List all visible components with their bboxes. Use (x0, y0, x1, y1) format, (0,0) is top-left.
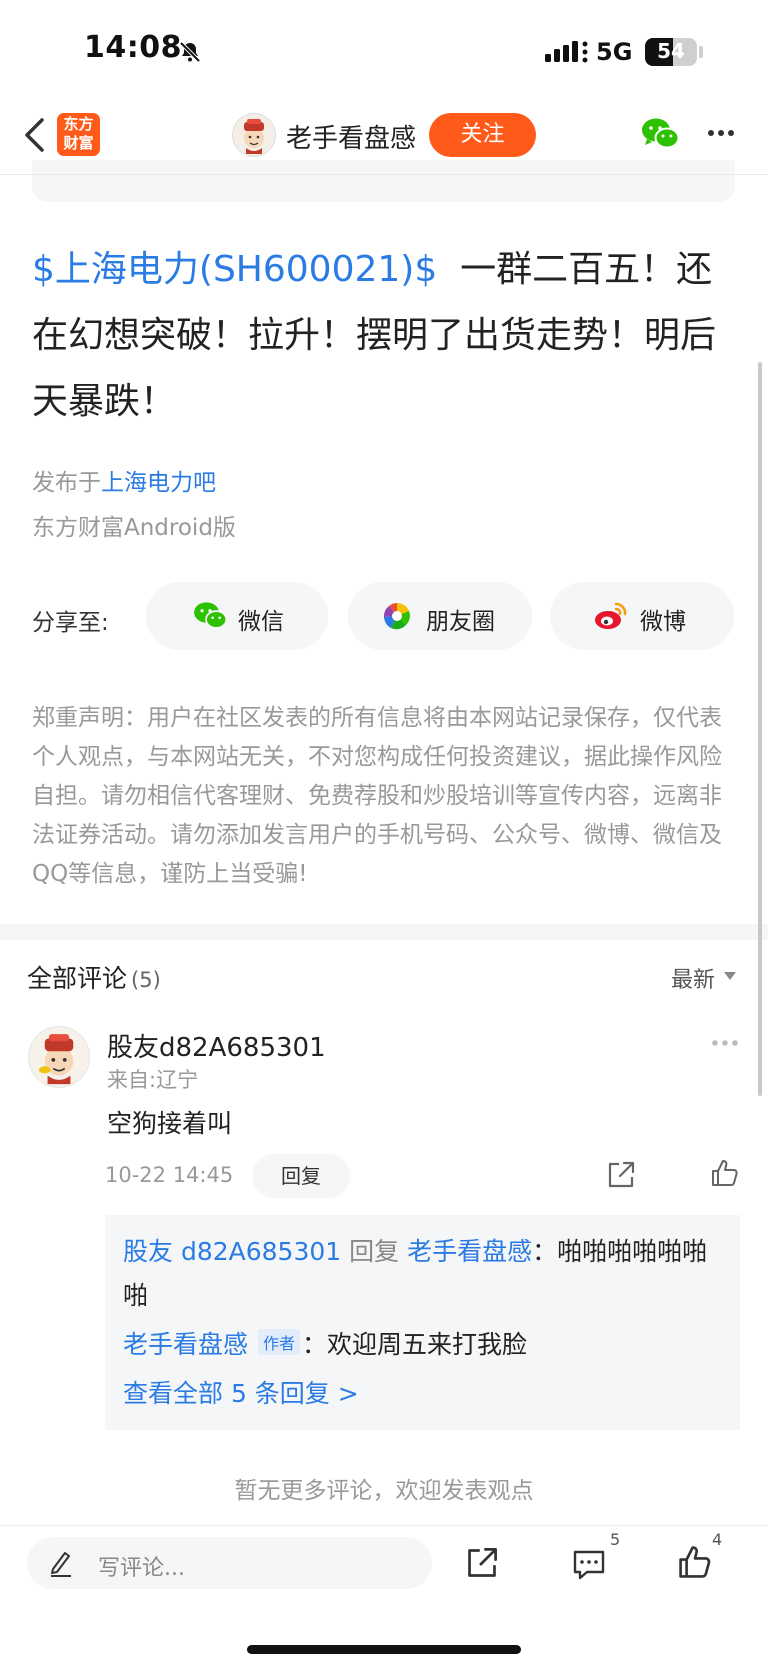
reply-from-user[interactable]: 老手看盘感 (123, 1330, 248, 1359)
home-indicator[interactable] (247, 1645, 521, 1654)
reply-verb: 回复 (349, 1237, 400, 1266)
share-label: 分享至: (32, 610, 109, 636)
signal-icon (545, 41, 588, 63)
write-comment-placeholder[interactable]: 写评论... (98, 1550, 185, 1582)
pencil-icon (51, 1552, 71, 1577)
bell-muted-icon (179, 41, 201, 63)
more-icon[interactable] (707, 129, 735, 137)
back-arrow-icon[interactable] (22, 116, 48, 154)
reply-item[interactable]: 股友 d82A685301 回复 老手看盘感：啪啪啪啪啪啪啪 (123, 1230, 723, 1318)
author-avatar[interactable] (232, 113, 276, 157)
published-prefix: 发布于 (32, 470, 101, 496)
reply-separator: ： (532, 1237, 558, 1266)
status-time: 14:08 (84, 30, 182, 65)
follow-button[interactable]: 关注 (429, 113, 536, 157)
share-wechat-label: 微信 (238, 609, 284, 635)
reply-button[interactable]: 回复 (252, 1154, 350, 1198)
moments-icon (383, 603, 410, 630)
like-count-badge: 4 (712, 1530, 723, 1549)
commenter-name[interactable]: 股友d82A685301 (107, 1027, 326, 1064)
reply-text: 欢迎周五来打我脸 (327, 1330, 528, 1359)
share-weibo-button[interactable]: 微博 (550, 582, 734, 650)
stock-bar-link[interactable]: 上海电力吧 (101, 470, 216, 496)
reply-to-user[interactable]: 老手看盘感 (407, 1237, 532, 1266)
comment-more-icon[interactable] (711, 1039, 739, 1047)
god-of-wealth-icon (244, 119, 264, 154)
thumbs-up-icon[interactable] (677, 1544, 713, 1580)
share-icon[interactable] (465, 1546, 499, 1580)
god-of-wealth-icon (39, 1034, 74, 1085)
disclaimer-text: 郑重声明：用户在社区发表的所有信息将由本网站记录保存，仅代表个人观点，与本网站无… (32, 705, 722, 887)
caret-down-icon[interactable] (724, 972, 736, 980)
reply-from-user[interactable]: 股友 d82A685301 (123, 1237, 341, 1266)
logo-line2: 财富 (63, 134, 94, 152)
share-weibo-label: 微博 (640, 609, 686, 635)
write-comment-input[interactable] (27, 1537, 432, 1589)
share-moments-button[interactable]: 朋友圈 (348, 582, 532, 650)
comments-title: 全部评论 (5) (27, 959, 161, 995)
reply-item[interactable]: 老手看盘感 作者 ：欢迎周五来打我脸 (123, 1325, 527, 1361)
post-content: $上海电力(SH600021)$ 一群二百五！还在幻想突破！拉升！摆明了出货走势… (32, 237, 736, 435)
section-divider (0, 924, 768, 940)
nav-divider (0, 174, 768, 175)
comments-count: (5) (131, 968, 161, 992)
stock-tag-link[interactable]: $上海电力(SH600021)$ (32, 249, 437, 290)
share-moments-label: 朋友圈 (426, 609, 495, 635)
comment-time: 10-22 14:45 (105, 1163, 234, 1187)
published-in: 发布于上海电力吧 (32, 463, 216, 497)
commenter-avatar[interactable] (28, 1026, 90, 1088)
network-type: 5G (596, 38, 633, 66)
comment-icon[interactable] (571, 1546, 607, 1582)
thumbs-up-icon[interactable] (710, 1158, 740, 1188)
comment-count-badge: 5 (610, 1530, 621, 1549)
eastmoney-logo[interactable]: 东方 财富 (57, 113, 100, 156)
battery-tip (699, 46, 703, 58)
author-name[interactable]: 老手看盘感 (286, 118, 416, 155)
battery-level: 54 (657, 39, 685, 63)
wechat-share-icon[interactable] (641, 117, 679, 151)
client-source: 东方财富Android版 (32, 515, 236, 541)
bottom-divider (0, 1525, 768, 1526)
sort-dropdown[interactable]: 最新 (671, 962, 715, 994)
author-badge: 作者 (257, 1329, 300, 1355)
weibo-icon (595, 602, 627, 629)
comments-title-label: 全部评论 (27, 964, 128, 993)
no-more-comments: 暂无更多评论，欢迎发表观点 (234, 1478, 534, 1504)
share-icon[interactable] (606, 1160, 636, 1190)
commenter-location: 来自:辽宁 (107, 1068, 199, 1092)
comment-text: 空狗接着叫 (107, 1109, 233, 1138)
logo-line1: 东方 (63, 115, 94, 133)
reply-separator: ： (301, 1330, 327, 1359)
scrollbar[interactable] (758, 362, 762, 1096)
wechat-icon (194, 602, 227, 629)
share-wechat-button[interactable]: 微信 (146, 582, 328, 650)
battery-icon: 54 (645, 38, 697, 66)
quoted-card (32, 160, 735, 202)
view-all-replies-link[interactable]: 查看全部 5 条回复 > (123, 1374, 359, 1410)
